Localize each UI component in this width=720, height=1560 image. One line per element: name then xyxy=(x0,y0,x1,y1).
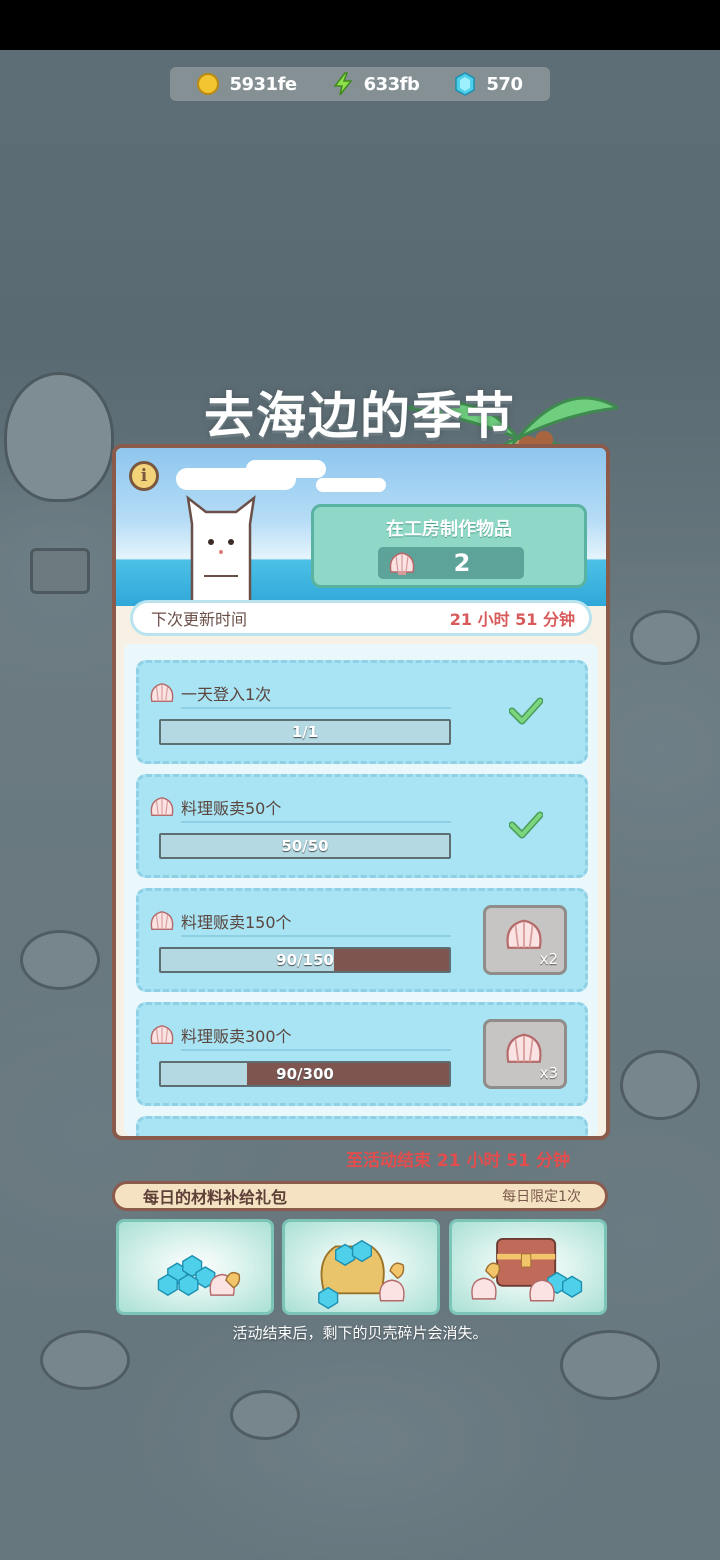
reward-button[interactable]: x2 xyxy=(483,905,567,975)
gem-amount: 570 xyxy=(486,73,523,95)
shell-icon xyxy=(506,1033,542,1063)
task-label: 料理贩卖150个 xyxy=(181,913,292,932)
shell-icon xyxy=(150,683,174,702)
task-item: 一天登入1次 1/1 xyxy=(136,660,588,764)
cloud xyxy=(246,460,326,478)
checkmark-icon xyxy=(509,811,543,839)
event-title: 去海边的季节 xyxy=(204,387,516,445)
shell-icon xyxy=(150,1025,174,1044)
coin-icon xyxy=(197,73,220,95)
gem-counter[interactable]: 570 xyxy=(454,72,523,96)
progress-text: 50/50 xyxy=(281,837,329,855)
divider xyxy=(181,1049,451,1051)
task-item: 料理贩卖150个 90/150 x2 xyxy=(136,888,588,992)
task-progress-bar: 1/1 xyxy=(159,719,451,745)
refresh-time: 21 小时 51 分钟 xyxy=(449,610,575,629)
divider xyxy=(181,935,451,937)
divider xyxy=(181,707,451,709)
event-panel: i 在工房制作物品 2 下次更新时间 21 小时 51 分钟 一天登入1次 1/… xyxy=(112,444,610,1140)
task-label: 料理贩卖300个 xyxy=(181,1027,292,1046)
task-item xyxy=(136,1116,588,1136)
event-banner: i 在工房制作物品 2 xyxy=(116,448,606,606)
task-item: 料理贩卖300个 90/300 x3 xyxy=(136,1002,588,1106)
reward-quantity: x2 xyxy=(539,950,558,968)
reward-quantity: x3 xyxy=(539,1064,558,1082)
shell-icon xyxy=(389,552,415,575)
reward-button[interactable]: x3 xyxy=(483,1019,567,1089)
map-decoration xyxy=(630,610,700,665)
craft-objective-box: 在工房制作物品 2 xyxy=(311,504,587,588)
task-progress-bar: 50/50 xyxy=(159,833,451,859)
energy-counter[interactable]: 633fb xyxy=(332,72,420,96)
task-label: 料理贩卖50个 xyxy=(181,799,282,818)
divider xyxy=(181,821,451,823)
progress-text: 90/300 xyxy=(276,1065,334,1083)
gem-and-shell-pack[interactable] xyxy=(116,1219,274,1315)
refresh-timer-bar: 下次更新时间 21 小时 51 分钟 xyxy=(130,600,592,636)
currency-bar: 5931fe 633fb 570 xyxy=(170,67,550,101)
map-decoration xyxy=(620,1050,700,1120)
energy-amount: 633fb xyxy=(363,73,420,95)
task-progress-bar: 90/150 xyxy=(159,947,451,973)
craft-title: 在工房制作物品 xyxy=(386,519,512,540)
shell-count: 2 xyxy=(453,549,471,577)
cloud xyxy=(316,478,386,492)
refresh-label: 下次更新时间 xyxy=(151,610,248,629)
shell-icon xyxy=(150,797,174,816)
map-decoration xyxy=(20,930,100,990)
gold-counter[interactable]: 5931fe xyxy=(197,73,297,95)
event-end-timer: 至活动结束 21 小时 51 分钟 xyxy=(346,1151,570,1171)
gold-amount: 5931fe xyxy=(229,73,297,95)
task-progress-bar: 90/300 xyxy=(159,1061,451,1087)
info-button[interactable]: i xyxy=(129,461,159,491)
task-list[interactable]: 一天登入1次 1/1 料理贩卖50个 50/50 料理贩卖150个 90/150… xyxy=(124,644,598,1136)
gem-bag-pack[interactable] xyxy=(282,1219,440,1315)
shell-counter: 2 xyxy=(378,547,524,579)
task-item: 料理贩卖50个 50/50 xyxy=(136,774,588,878)
gem-pile-icon xyxy=(157,1254,241,1296)
cat-character xyxy=(186,495,256,606)
balloon-basket xyxy=(30,548,90,594)
pack-title: 每日的材料补给礼包 xyxy=(143,1188,288,1207)
progress-text: 90/150 xyxy=(276,951,334,969)
progress-text: 1/1 xyxy=(291,723,319,741)
expiry-notice: 活动结束后，剩下的贝壳碎片会消失。 xyxy=(232,1324,488,1342)
status-bar xyxy=(0,0,720,50)
daily-pack-header: 每日的材料补给礼包 每日限定1次 xyxy=(112,1181,608,1211)
lightning-icon xyxy=(333,72,353,96)
shell-icon xyxy=(506,919,542,949)
map-decoration xyxy=(230,1390,300,1440)
pack-limit: 每日限定1次 xyxy=(502,1189,581,1205)
checkmark-icon xyxy=(509,697,543,725)
shell-icon xyxy=(150,911,174,930)
task-label: 一天登入1次 xyxy=(181,685,272,704)
gem-icon xyxy=(455,72,476,96)
gem-bag-icon xyxy=(318,1239,405,1310)
treasure-chest-icon xyxy=(471,1237,583,1302)
treasure-chest-pack[interactable] xyxy=(449,1219,607,1315)
